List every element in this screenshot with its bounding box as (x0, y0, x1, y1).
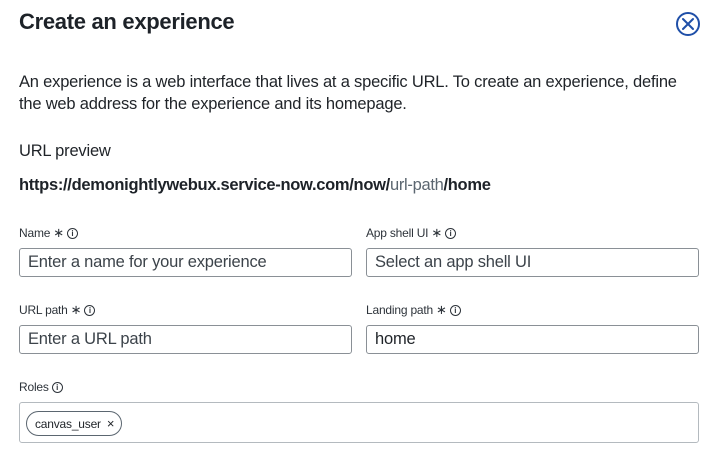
close-button[interactable] (675, 11, 701, 37)
url-preview-path: url-path (389, 176, 444, 194)
url-preview: https://demonightlywebux.service-now.com… (19, 176, 491, 195)
modal-description: An experience is a web interface that li… (19, 73, 677, 113)
name-input[interactable] (19, 248, 352, 277)
roles-label-text: Roles (19, 380, 49, 394)
info-icon[interactable]: i (51, 381, 63, 393)
landing-path-input[interactable] (366, 325, 699, 354)
roles-field-label: Roles i (19, 380, 63, 394)
url-preview-suffix: /home (443, 176, 491, 194)
name-field-label: Name ∗ i (19, 226, 78, 240)
landing-path-label-text: Landing path (366, 303, 433, 317)
info-icon[interactable]: i (66, 227, 78, 239)
close-circle-icon (676, 12, 700, 36)
roles-input[interactable]: canvas_user × (19, 402, 699, 443)
url-preview-label: URL preview (19, 142, 111, 160)
landing-path-field-label: Landing path ∗ i (366, 303, 461, 317)
info-icon[interactable]: i (84, 304, 96, 316)
name-label-text: Name (19, 226, 51, 240)
modal-title: Create an experience (19, 9, 235, 34)
required-asterisk-icon: ∗ (70, 302, 82, 317)
required-asterisk-icon: ∗ (431, 225, 443, 240)
url-path-input[interactable] (19, 325, 352, 354)
app-shell-label-text: App shell UI (366, 226, 429, 240)
remove-chip-icon[interactable]: × (107, 417, 115, 430)
required-asterisk-icon: ∗ (436, 302, 447, 317)
info-icon[interactable]: i (445, 227, 457, 239)
app-shell-field-label: App shell UI ∗ i (366, 225, 457, 240)
create-experience-modal: Create an experience An experience is a … (0, 0, 703, 454)
role-chip-label: canvas_user (35, 416, 101, 431)
app-shell-select[interactable] (366, 248, 699, 277)
info-icon[interactable]: i (449, 304, 461, 316)
url-preview-base: https://demonightlywebux.service-now.com… (19, 176, 390, 194)
url-path-field-label: URL path ∗ i (19, 302, 96, 317)
required-asterisk-icon: ∗ (53, 225, 64, 240)
role-chip: canvas_user × (26, 411, 123, 436)
url-path-label-text: URL path (19, 303, 68, 317)
